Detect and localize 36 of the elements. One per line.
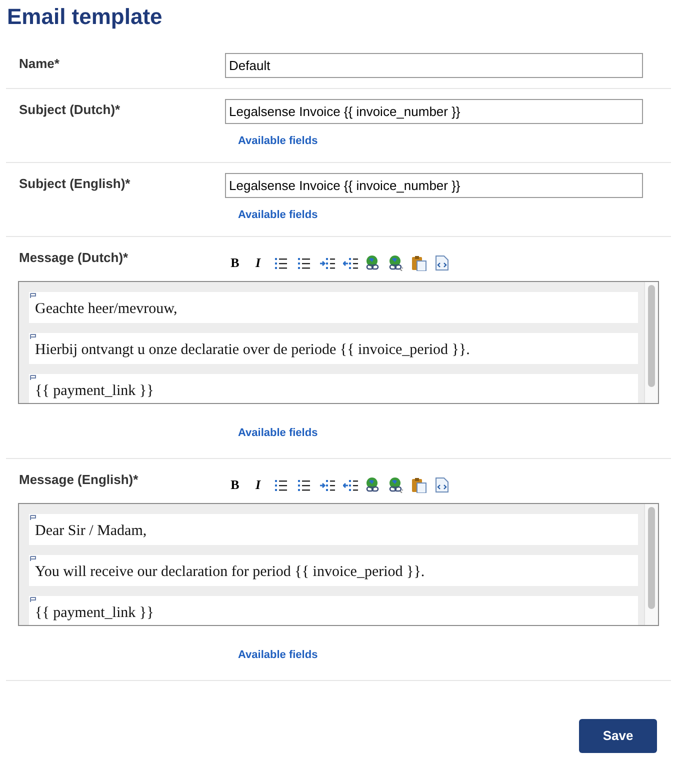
text-input[interactable]: Legalsense Invoice {{ invoice_number }} (225, 173, 643, 198)
available-fields-link[interactable]: Available fields (238, 135, 318, 147)
paragraph-marker-icon (30, 556, 36, 561)
available-fields-link[interactable]: Available fields (238, 209, 318, 221)
italic-button[interactable]: I (248, 475, 268, 495)
save-button[interactable]: Save (579, 719, 657, 753)
field-label: Subject (English)* (18, 175, 132, 193)
paragraph-text: Geachte heer/mevrouw, (35, 300, 178, 320)
scrollbar[interactable] (644, 504, 658, 625)
field-label: Message (Dutch)* (18, 249, 130, 267)
paragraph-text: Hierbij ontvangt u onze declaratie over de periode {{ invoice_period }}. (35, 341, 470, 360)
paragraph-text: {{ payment_link }} (35, 604, 154, 624)
available-fields-link[interactable]: Available fields (238, 427, 318, 439)
rich-text-editor[interactable]: Dear Sir / Madam, You will receive our declaration for period {{ invoice_period }}. {{ payment_link }} (18, 503, 659, 626)
field-label: Subject (Dutch)* (18, 101, 122, 119)
text-input[interactable]: Legalsense Invoice {{ invoice_number }} (225, 99, 643, 124)
paragraph-text: {{ payment_link }} (35, 382, 154, 402)
page-title: Email template (7, 3, 164, 31)
paragraph-text: You will receive our declaration for period {{ invoice_period }}. (35, 563, 425, 582)
paste-icon[interactable] (409, 253, 429, 273)
paragraph-marker-icon (30, 375, 36, 380)
field-label: Name* (18, 55, 60, 73)
scrollbar[interactable] (644, 282, 658, 403)
field-label: Message (English)* (18, 471, 140, 489)
italic-button[interactable]: I (248, 253, 268, 273)
bold-button[interactable]: B (225, 475, 245, 495)
paragraph-text: Dear Sir / Madam, (35, 522, 147, 542)
paragraph-marker-icon (30, 293, 36, 298)
paragraph-marker-icon (30, 597, 36, 602)
rich-text-editor[interactable]: Geachte heer/mevrouw, Hierbij ontvangt u onze declaratie over de periode {{ invoice_period }}. {{ payment_link }} (18, 281, 659, 404)
paste-icon[interactable] (409, 475, 429, 495)
text-input[interactable]: Default (225, 53, 643, 78)
paragraph-marker-icon (30, 515, 36, 520)
paragraph-marker-icon (30, 334, 36, 339)
available-fields-link[interactable]: Available fields (238, 649, 318, 661)
bold-button[interactable]: B (225, 253, 245, 273)
